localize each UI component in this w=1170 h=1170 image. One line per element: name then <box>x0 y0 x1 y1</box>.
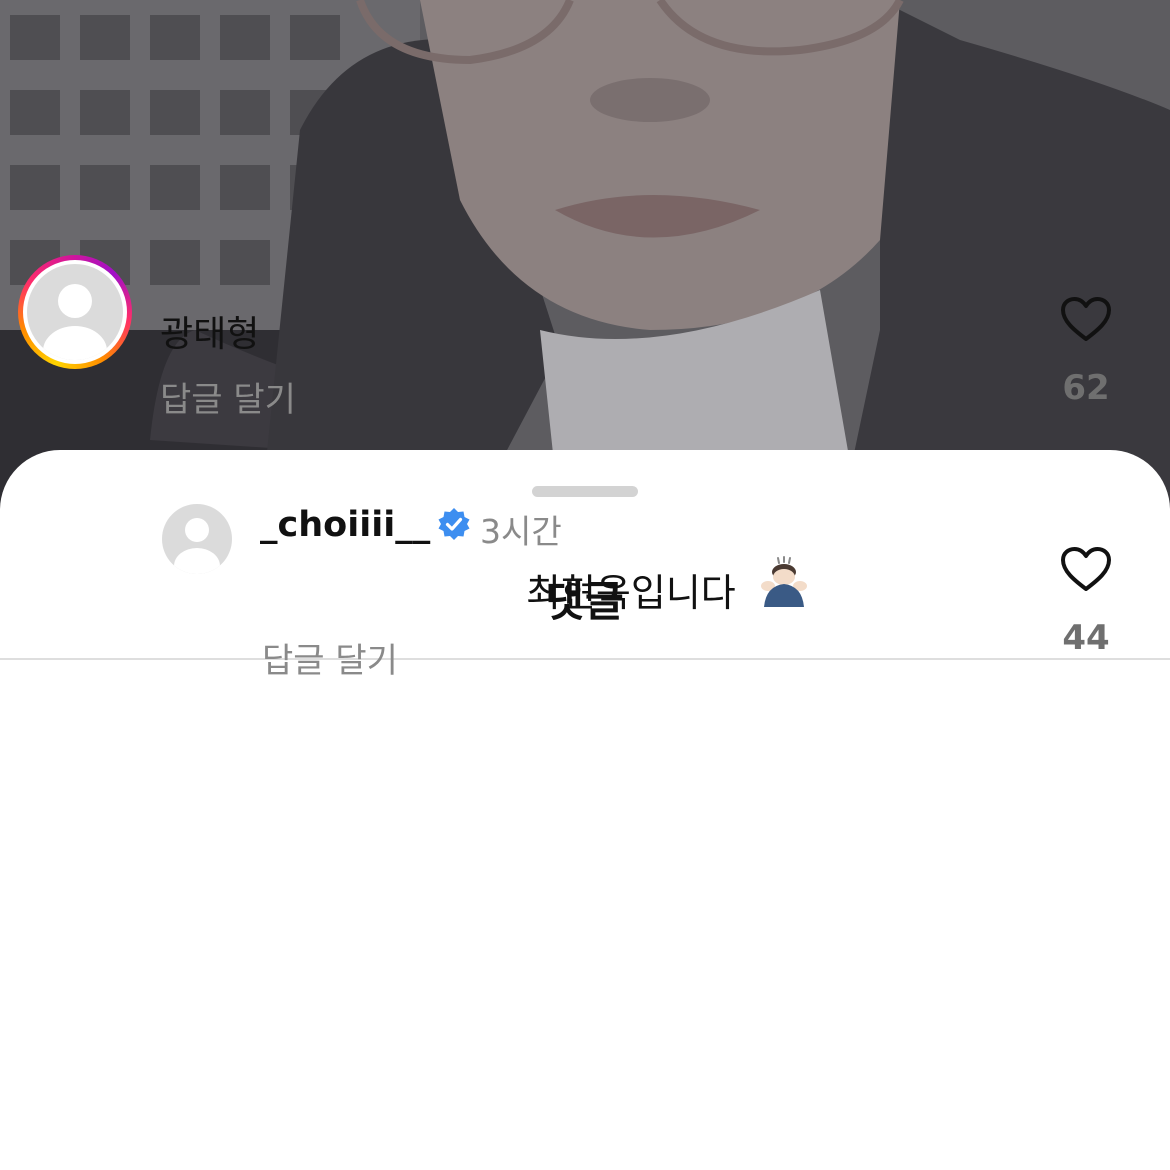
comment-username[interactable]: 광태형 <box>160 305 259 357</box>
person-bowing-emoji <box>761 556 807 607</box>
screen: 댓글 광태형 답글 달기 62 _choiiii__ 3시간 최현욱입니다 답글… <box>0 0 1170 1170</box>
sheet-grabber[interactable] <box>532 486 638 497</box>
heart-icon[interactable] <box>1060 546 1112 592</box>
verified-badge-icon <box>438 508 470 540</box>
reply-button[interactable]: 답글 달기 <box>160 372 296 421</box>
reply-button[interactable]: 답글 달기 <box>262 633 398 682</box>
reply-username[interactable]: _choiiii__ <box>260 505 430 545</box>
reply-timestamp: 3시간 <box>480 512 562 551</box>
default-avatar-icon[interactable] <box>162 504 232 574</box>
reply-text: 최현욱입니다 <box>526 571 736 615</box>
story-ring-avatar[interactable] <box>18 255 132 369</box>
like-count: 44 <box>1062 618 1110 658</box>
like-count: 62 <box>1062 368 1110 408</box>
heart-icon[interactable] <box>1060 296 1112 342</box>
divider <box>0 658 1170 660</box>
background-video <box>0 0 1170 520</box>
default-avatar-icon <box>27 264 123 360</box>
